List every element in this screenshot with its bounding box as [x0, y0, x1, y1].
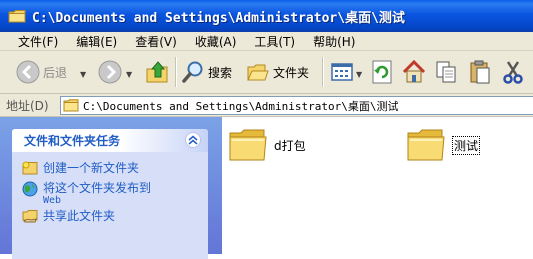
views-icon	[331, 63, 353, 81]
address-value: C:\Documents and Settings\Administrator\…	[83, 99, 399, 113]
task-label: 将这个文件夹发布到 Web	[43, 181, 151, 206]
folder-item[interactable]: d打包	[228, 127, 306, 163]
back-arrow-icon	[16, 60, 40, 84]
views-button[interactable]	[330, 54, 354, 90]
toolbar-separator	[322, 57, 324, 87]
forward-dropdown-icon[interactable]: ▼	[126, 70, 132, 79]
task-label: 共享此文件夹	[43, 209, 116, 223]
folder-icon	[63, 99, 79, 112]
task-new-folder[interactable]: 创建一个新文件夹	[22, 161, 139, 175]
folder-icon	[407, 129, 445, 161]
cut-button[interactable]	[500, 54, 526, 90]
menu-edit[interactable]: 编辑(E)	[76, 33, 117, 50]
search-label: 搜索	[208, 65, 233, 80]
views-dropdown-icon[interactable]: ▼	[356, 70, 362, 79]
task-publish-web[interactable]: 将这个文件夹发布到 Web	[22, 181, 151, 206]
up-folder-button[interactable]	[145, 54, 171, 90]
task-pane: 文件和文件夹任务 创建一个新文件夹 将这个文件夹发布到 Web 共享此文件夹	[0, 117, 222, 259]
new-folder-icon	[22, 161, 38, 175]
home-icon	[402, 59, 426, 83]
toolbar: 后退 ▼ ▼ 搜索 文件夹 ▼	[0, 51, 533, 94]
address-label: 地址(D)	[6, 98, 49, 113]
toolbar-separator	[175, 57, 177, 87]
menu-tools[interactable]: 工具(T)	[254, 33, 295, 50]
file-folder-tasks-panel: 文件和文件夹任务 创建一个新文件夹 将这个文件夹发布到 Web 共享此文件夹	[12, 129, 208, 259]
panel-title: 文件和文件夹任务	[24, 134, 121, 148]
task-label: 创建一个新文件夹	[43, 161, 140, 175]
scissors-icon	[503, 61, 523, 84]
folder-item[interactable]: 测试	[406, 127, 481, 163]
title-bar[interactable]: C:\Documents and Settings\Administrator\…	[0, 0, 533, 32]
menu-file[interactable]: 文件(F)	[18, 33, 58, 50]
folder-icon	[8, 10, 26, 23]
window-title: C:\Documents and Settings\Administrator\…	[32, 10, 405, 26]
globe-icon	[22, 181, 38, 197]
back-button[interactable]: 后退	[16, 54, 67, 90]
folder-name: 测试	[452, 135, 481, 155]
home-button[interactable]	[401, 54, 427, 90]
menu-help[interactable]: 帮助(H)	[313, 33, 355, 50]
search-button[interactable]: 搜索	[181, 54, 232, 90]
forward-arrow-icon	[98, 60, 122, 84]
address-bar: 地址(D) C:\Documents and Settings\Administ…	[0, 94, 533, 117]
refresh-button[interactable]	[370, 54, 394, 90]
panel-header[interactable]: 文件和文件夹任务	[12, 129, 208, 152]
menu-bar: 文件(F) 编辑(E) 查看(V) 收藏(A) 工具(T) 帮助(H)	[0, 32, 533, 51]
folder-icon	[229, 129, 267, 161]
copy-button[interactable]	[433, 54, 459, 90]
copy-icon	[436, 61, 456, 83]
folders-button[interactable]: 文件夹	[246, 54, 309, 90]
shared-folder-icon	[22, 210, 38, 223]
task-label-main: 将这个文件夹发布到	[43, 181, 152, 195]
collapse-button[interactable]	[185, 132, 201, 148]
back-dropdown-icon[interactable]: ▼	[80, 70, 86, 79]
task-label-sub: Web	[43, 195, 62, 206]
chevron-up-icon	[188, 135, 198, 145]
search-icon	[182, 61, 203, 83]
up-folder-icon	[146, 61, 168, 83]
folder-name: d打包	[274, 138, 306, 153]
paste-icon	[470, 60, 490, 84]
paste-button[interactable]	[467, 54, 493, 90]
menu-favorites[interactable]: 收藏(A)	[195, 33, 237, 50]
folders-label: 文件夹	[273, 65, 310, 80]
back-label: 后退	[43, 65, 68, 80]
folders-icon	[247, 64, 269, 81]
refresh-icon	[372, 60, 392, 84]
file-list-area[interactable]: d打包 测试	[222, 117, 533, 254]
address-input[interactable]: C:\Documents and Settings\Administrator\…	[60, 96, 533, 115]
forward-button[interactable]	[98, 54, 122, 90]
menu-view[interactable]: 查看(V)	[135, 33, 177, 50]
task-share-folder[interactable]: 共享此文件夹	[22, 209, 115, 223]
